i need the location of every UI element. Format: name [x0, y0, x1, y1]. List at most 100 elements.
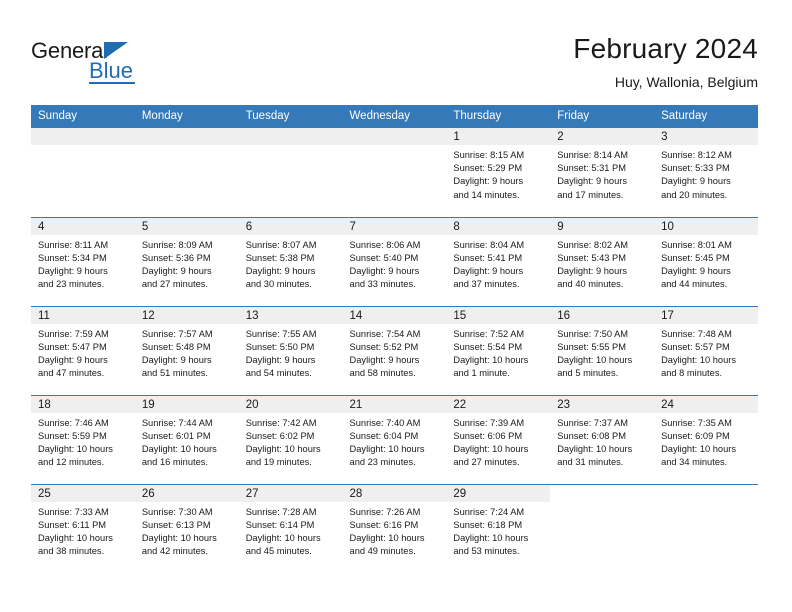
day-number	[654, 484, 758, 502]
day-sun-details	[135, 145, 239, 149]
day-number: 17	[654, 306, 758, 324]
calendar-day-cell[interactable]: 28 Sunrise: 7:26 AM Sunset: 6:16 PM Dayli…	[342, 483, 447, 573]
calendar-day-cell[interactable]: 22 Sunrise: 7:39 AM Sunset: 6:06 PM Dayli…	[446, 394, 551, 484]
day-sun-details: Sunrise: 7:59 AM Sunset: 5:47 PM Dayligh…	[38, 328, 109, 379]
calendar-week-row: 1 Sunrise: 8:15 AM Sunset: 5:29 PM Daylig…	[31, 128, 758, 217]
calendar-day-cell[interactable]: 2 Sunrise: 8:14 AM Sunset: 5:31 PM Daylig…	[550, 128, 655, 217]
day-sun-details: Sunrise: 7:55 AM Sunset: 5:50 PM Dayligh…	[245, 328, 317, 379]
calendar-day-cell[interactable]: 27 Sunrise: 7:28 AM Sunset: 6:14 PM Dayli…	[238, 483, 343, 573]
calendar-day-cell[interactable]: 3 Sunrise: 8:12 AM Sunset: 5:33 PM Daylig…	[654, 128, 758, 217]
calendar-day-cell[interactable]: 6 Sunrise: 8:07 AM Sunset: 5:38 PM Daylig…	[238, 216, 343, 306]
day-number: 11	[31, 306, 135, 324]
calendar-cell-empty	[238, 128, 343, 217]
day-number: 27	[238, 484, 343, 502]
day-number: 29	[446, 484, 551, 502]
calendar-day-cell[interactable]: 12 Sunrise: 7:57 AM Sunset: 5:48 PM Dayli…	[134, 305, 239, 395]
day-sun-details: Sunrise: 7:39 AM Sunset: 6:06 PM Dayligh…	[453, 417, 529, 468]
calendar-day-cell[interactable]: 4 Sunrise: 8:11 AM Sunset: 5:34 PM Daylig…	[31, 216, 135, 306]
weekday-header-friday: Friday	[550, 105, 655, 128]
day-sun-details: Sunrise: 8:11 AM Sunset: 5:34 PM Dayligh…	[38, 239, 109, 290]
day-number: 13	[238, 306, 343, 324]
calendar-day-cell[interactable]: 26 Sunrise: 7:30 AM Sunset: 6:13 PM Dayli…	[134, 483, 239, 573]
day-number: 6	[238, 217, 343, 235]
calendar-day-cell[interactable]: 13 Sunrise: 7:55 AM Sunset: 5:50 PM Dayli…	[238, 305, 343, 395]
calendar-day-cell[interactable]: 29 Sunrise: 7:24 AM Sunset: 6:18 PM Dayli…	[446, 483, 551, 573]
calendar-day-cell[interactable]: 21 Sunrise: 7:40 AM Sunset: 6:04 PM Dayli…	[342, 394, 447, 484]
day-sun-details	[31, 145, 135, 149]
day-number: 5	[134, 217, 239, 235]
calendar-day-cell[interactable]: 20 Sunrise: 7:42 AM Sunset: 6:02 PM Dayli…	[238, 394, 343, 484]
title-block: February 2024 Huy, Wallonia, Belgium	[573, 32, 758, 92]
day-sun-details: Sunrise: 7:54 AM Sunset: 5:52 PM Dayligh…	[349, 328, 421, 379]
calendar-day-cell[interactable]: 9 Sunrise: 8:02 AM Sunset: 5:43 PM Daylig…	[550, 216, 655, 306]
day-number: 16	[550, 306, 655, 324]
day-number: 18	[31, 395, 135, 413]
day-sun-details	[654, 502, 758, 506]
day-sun-details: Sunrise: 7:44 AM Sunset: 6:01 PM Dayligh…	[141, 417, 217, 468]
day-number	[134, 128, 239, 145]
day-sun-details: Sunrise: 8:12 AM Sunset: 5:33 PM Dayligh…	[661, 150, 732, 200]
day-sun-details: Sunrise: 7:26 AM Sunset: 6:16 PM Dayligh…	[349, 506, 425, 557]
weekday-header-saturday: Saturday	[654, 105, 758, 128]
day-number	[31, 128, 135, 145]
brand-name-blue: Blue	[89, 58, 134, 83]
calendar-day-cell[interactable]: 8 Sunrise: 8:04 AM Sunset: 5:41 PM Daylig…	[446, 216, 551, 306]
calendar-day-cell[interactable]: 19 Sunrise: 7:44 AM Sunset: 6:01 PM Dayli…	[134, 394, 239, 484]
day-number: 12	[134, 306, 239, 324]
day-sun-details: Sunrise: 7:30 AM Sunset: 6:13 PM Dayligh…	[141, 506, 217, 557]
calendar-header-row: Sunday Monday Tuesday Wednesday Thursday Frid…	[31, 105, 758, 128]
calendar-cell-empty	[342, 128, 447, 217]
day-number: 2	[550, 128, 655, 145]
page-title: February 2024	[573, 33, 758, 64]
calendar-day-cell[interactable]: 18 Sunrise: 7:46 AM Sunset: 5:59 PM Dayli…	[31, 394, 135, 484]
calendar-day-cell[interactable]: 1 Sunrise: 8:15 AM Sunset: 5:29 PM Daylig…	[446, 128, 551, 217]
calendar-day-cell[interactable]: 24 Sunrise: 7:35 AM Sunset: 6:09 PM Dayli…	[654, 394, 758, 484]
calendar-week-row: 4 Sunrise: 8:11 AM Sunset: 5:34 PM Daylig…	[31, 216, 758, 306]
calendar-day-cell[interactable]: 16 Sunrise: 7:50 AM Sunset: 5:55 PM Dayli…	[550, 305, 655, 395]
calendar-cell-empty	[134, 128, 239, 217]
day-number: 3	[654, 128, 758, 145]
calendar-day-cell[interactable]: 17 Sunrise: 7:48 AM Sunset: 5:57 PM Dayli…	[654, 305, 758, 395]
day-number: 28	[342, 484, 447, 502]
day-sun-details: Sunrise: 7:46 AM Sunset: 5:59 PM Dayligh…	[38, 417, 113, 468]
day-sun-details: Sunrise: 7:24 AM Sunset: 6:18 PM Dayligh…	[453, 506, 529, 557]
day-number: 24	[654, 395, 758, 413]
page-header: General Blue February 2024 Huy, Wallonia…	[0, 0, 792, 104]
day-sun-details	[343, 145, 447, 149]
day-number: 8	[446, 217, 551, 235]
day-number: 1	[446, 128, 551, 145]
day-sun-details: Sunrise: 7:35 AM Sunset: 6:09 PM Dayligh…	[661, 417, 736, 468]
brand-underline	[89, 82, 135, 84]
calendar-day-cell[interactable]: 10 Sunrise: 8:01 AM Sunset: 5:45 PM Dayli…	[654, 216, 758, 306]
day-number: 7	[342, 217, 447, 235]
day-number: 21	[342, 395, 447, 413]
calendar-day-cell[interactable]: 14 Sunrise: 7:54 AM Sunset: 5:52 PM Dayli…	[342, 305, 447, 395]
calendar-day-cell[interactable]: 11 Sunrise: 7:59 AM Sunset: 5:47 PM Dayli…	[31, 305, 135, 395]
day-sun-details: Sunrise: 8:15 AM Sunset: 5:29 PM Dayligh…	[453, 150, 525, 200]
calendar-day-cell[interactable]: 5 Sunrise: 8:09 AM Sunset: 5:36 PM Daylig…	[134, 216, 239, 306]
brand-triangle-icon	[104, 42, 128, 59]
day-number: 25	[31, 484, 135, 502]
day-sun-details: Sunrise: 7:42 AM Sunset: 6:02 PM Dayligh…	[245, 417, 321, 468]
day-number: 23	[550, 395, 655, 413]
calendar-day-cell[interactable]: 23 Sunrise: 7:37 AM Sunset: 6:08 PM Dayli…	[550, 394, 655, 484]
day-sun-details: Sunrise: 7:40 AM Sunset: 6:04 PM Dayligh…	[349, 417, 425, 468]
weekday-header-thursday: Thursday	[446, 105, 551, 128]
day-sun-details: Sunrise: 8:07 AM Sunset: 5:38 PM Dayligh…	[245, 239, 317, 290]
calendar-week-row: 25 Sunrise: 7:33 AM Sunset: 6:11 PM Dayli…	[31, 483, 758, 573]
day-sun-details: Sunrise: 7:37 AM Sunset: 6:08 PM Dayligh…	[557, 417, 633, 468]
day-number	[550, 484, 655, 502]
brand-logo[interactable]: General Blue	[31, 39, 211, 85]
day-sun-details: Sunrise: 7:28 AM Sunset: 6:14 PM Dayligh…	[245, 506, 321, 557]
day-number: 10	[654, 217, 758, 235]
calendar-day-cell[interactable]: 7 Sunrise: 8:06 AM Sunset: 5:40 PM Daylig…	[342, 216, 447, 306]
day-number: 19	[134, 395, 239, 413]
day-sun-details: Sunrise: 8:04 AM Sunset: 5:41 PM Dayligh…	[453, 239, 525, 290]
weekday-header-tuesday: Tuesday	[238, 105, 343, 128]
day-sun-details: Sunrise: 8:14 AM Sunset: 5:31 PM Dayligh…	[557, 150, 629, 200]
calendar-cell-empty	[31, 128, 135, 217]
calendar-day-cell[interactable]: 25 Sunrise: 7:33 AM Sunset: 6:11 PM Dayli…	[31, 483, 135, 573]
day-number: 22	[446, 395, 551, 413]
calendar-day-cell[interactable]: 15 Sunrise: 7:52 AM Sunset: 5:54 PM Dayli…	[446, 305, 551, 395]
day-sun-details: Sunrise: 8:06 AM Sunset: 5:40 PM Dayligh…	[349, 239, 421, 290]
